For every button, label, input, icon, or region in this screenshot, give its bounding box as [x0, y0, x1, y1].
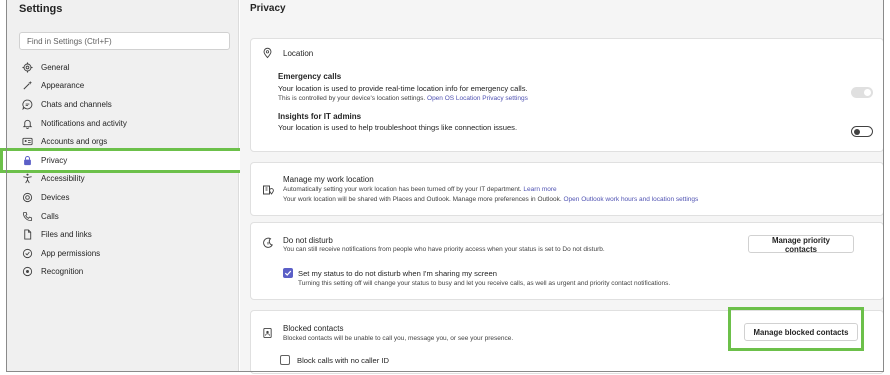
sidebar-item-accessibility[interactable]: Accessibility: [7, 170, 239, 189]
dnd-title: Do not disturb: [283, 236, 333, 245]
insights-location-toggle[interactable]: [851, 126, 873, 137]
sidebar-item-label: Privacy: [41, 155, 68, 165]
manage-blocked-contacts-button[interactable]: Manage blocked contacts: [744, 323, 858, 341]
magic-wand-icon: [21, 80, 33, 92]
sidebar-item-label: Accessibility: [41, 174, 85, 184]
manage-priority-contacts-button[interactable]: Manage priority contacts: [748, 235, 854, 254]
privacy-settings-panel: Privacy Location Emergency calls Your lo…: [240, 0, 884, 374]
recognition-icon: [21, 266, 33, 278]
sidebar-item-label: Chats and channels: [41, 99, 112, 109]
toggle-knob: [854, 128, 860, 135]
gear-icon: [21, 61, 33, 73]
chat-icon: [21, 98, 33, 110]
file-icon: [21, 229, 33, 241]
bell-icon: [21, 117, 33, 129]
blocked-contacts-title: Blocked contacts: [283, 324, 344, 333]
settings-nav: General Appearance Chats and channels No…: [0, 58, 247, 282]
sidebar-item-label: App permissions: [41, 248, 101, 258]
sidebar-item-privacy[interactable]: Privacy: [0, 147, 247, 173]
permissions-icon: [21, 247, 33, 259]
sidebar-item-label: Appearance: [41, 81, 85, 91]
block-no-caller-id-label: Block calls with no caller ID: [297, 356, 390, 365]
dnd-checkbox-note: Turning this setting off will change you…: [298, 280, 671, 287]
location-card: Location Emergency calls Your location i…: [250, 38, 884, 152]
toggle-knob: [864, 89, 871, 96]
settings-window: Settings General Appearance Chats and ch…: [0, 0, 890, 375]
insights-title: Insights for IT admins: [278, 112, 362, 121]
sidebar-item-recognition[interactable]: Recognition: [7, 263, 239, 282]
sidebar-item-chats-and-channels[interactable]: Chats and channels: [7, 95, 239, 114]
page-title: Privacy: [250, 3, 286, 14]
dnd-desc: You can still receive notifications from…: [283, 246, 605, 253]
do-not-disturb-card: Do not disturb You can still receive not…: [250, 222, 884, 300]
work-location-title: Manage my work location: [283, 175, 374, 184]
sidebar-item-files-and-links[interactable]: Files and links: [7, 225, 239, 244]
emergency-location-toggle: [851, 87, 873, 98]
phone-icon: [21, 210, 33, 222]
sidebar-item-label: Recognition: [41, 267, 84, 277]
work-location-line1: Automatically setting your work location…: [283, 186, 557, 193]
sidebar-item-label: Files and links: [41, 230, 92, 240]
blocked-contacts-icon: [262, 327, 274, 339]
sidebar-item-notifications[interactable]: Notifications and activity: [7, 114, 239, 133]
sidebar-item-app-permissions[interactable]: App permissions: [7, 244, 239, 263]
open-outlook-settings-link[interactable]: Open Outlook work hours and location set…: [564, 196, 699, 203]
open-os-location-settings-link[interactable]: Open OS Location Privacy settings: [427, 95, 528, 102]
accessibility-icon: [21, 173, 33, 185]
sidebar-item-calls[interactable]: Calls: [7, 207, 239, 226]
settings-sidebar: Settings General Appearance Chats and ch…: [0, 0, 247, 372]
work-location-line1-text: Automatically setting your work location…: [283, 186, 522, 193]
insights-desc: Your location is used to help troublesho…: [278, 123, 518, 132]
work-location-card: Manage my work location Automatically se…: [250, 162, 884, 216]
id-card-icon: [21, 136, 33, 148]
sidebar-item-label: Devices: [41, 192, 70, 202]
block-no-caller-id-checkbox[interactable]: [280, 355, 290, 365]
sidebar-item-general[interactable]: General: [7, 58, 239, 77]
sidebar-item-accounts-and-orgs[interactable]: Accounts and orgs: [7, 132, 239, 151]
blocked-contacts-desc: Blocked contacts will be unable to call …: [283, 335, 514, 342]
lock-icon: [21, 154, 33, 166]
sidebar-title: Settings: [19, 3, 63, 15]
devices-icon: [21, 191, 33, 203]
sidebar-item-label: General: [41, 62, 70, 72]
sidebar-item-devices[interactable]: Devices: [7, 188, 239, 207]
sidebar-item-label: Accounts and orgs: [41, 137, 108, 147]
emergency-note-text: This is controlled by your device's loca…: [278, 95, 426, 102]
dnd-screen-share-checkbox[interactable]: [283, 268, 293, 278]
emergency-calls-note: This is controlled by your device's loca…: [278, 95, 528, 102]
location-pin-icon: [262, 47, 274, 59]
work-location-line2-text: Your work location will be shared with P…: [283, 196, 562, 203]
learn-more-link[interactable]: Learn more: [523, 186, 556, 193]
sidebar-item-label: Calls: [41, 211, 59, 221]
sidebar-item-label: Notifications and activity: [41, 118, 127, 128]
sidebar-item-appearance[interactable]: Appearance: [7, 77, 239, 96]
do-not-disturb-icon: [262, 237, 274, 249]
checkmark-icon: [284, 270, 292, 276]
building-location-icon: [262, 183, 274, 195]
work-location-line2: Your work location will be shared with P…: [283, 196, 698, 203]
settings-search-input[interactable]: [19, 32, 230, 50]
dnd-checkbox-label: Set my status to do not disturb when I'm…: [298, 269, 497, 278]
blocked-contacts-card: Blocked contacts Blocked contacts will b…: [250, 310, 884, 374]
emergency-calls-desc: Your location is used to provide real-ti…: [278, 84, 528, 93]
emergency-calls-title: Emergency calls: [278, 72, 342, 81]
location-title: Location: [283, 49, 314, 58]
